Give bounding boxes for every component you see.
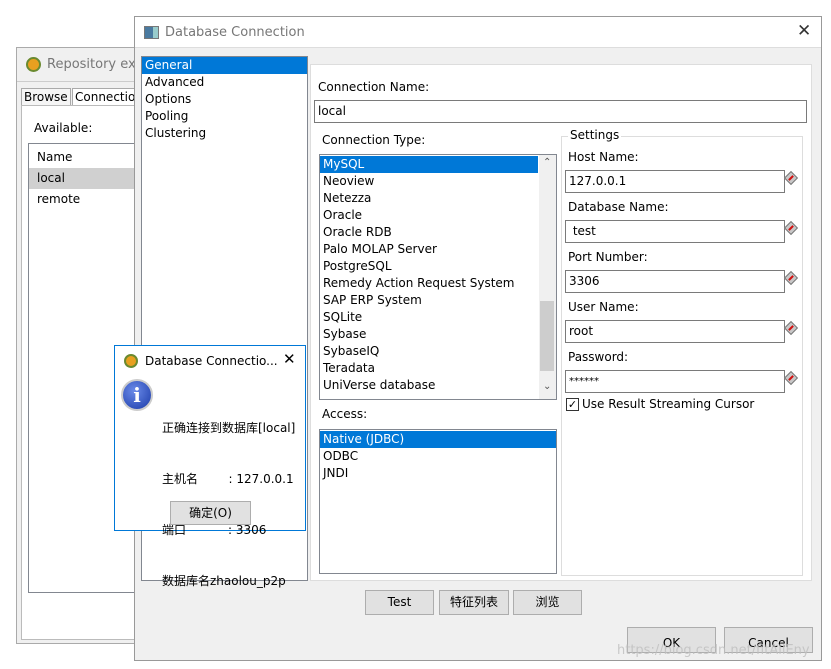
streaming-cursor-checkbox[interactable]: ✓ <box>566 398 579 411</box>
access-list[interactable]: Native (JDBC) ODBC JNDI <box>319 429 557 574</box>
connection-name-input[interactable]: local <box>314 100 807 123</box>
access-item[interactable]: JNDI <box>320 465 556 482</box>
database-name-label: Database Name: <box>568 200 669 214</box>
nav-item[interactable]: Clustering <box>142 125 307 142</box>
nav-item[interactable]: General <box>142 57 307 74</box>
streaming-cursor-label[interactable]: Use Result Streaming Cursor <box>582 397 754 411</box>
connection-type-list[interactable]: MySQL Neoview Netezza Oracle Oracle RDB Palo … <box>319 154 557 400</box>
message-line: 数据库名zhaolou_p2p <box>162 574 286 588</box>
access-label: Access: <box>322 407 368 421</box>
list-item-remote[interactable]: remote <box>29 189 147 210</box>
connection-type-item[interactable]: SAP ERP System <box>320 292 538 309</box>
connection-type-label: Connection Type: <box>322 133 426 147</box>
nav-item[interactable]: Advanced <box>142 74 307 91</box>
scrollbar[interactable]: ⌃ ⌄ <box>539 155 556 399</box>
scroll-thumb[interactable] <box>540 301 554 371</box>
connection-type-item[interactable]: Palo MOLAP Server <box>320 241 538 258</box>
settings-legend: Settings <box>568 128 622 142</box>
tab-browse[interactable]: Browse <box>21 88 71 106</box>
database-name-input[interactable]: test <box>565 220 785 243</box>
info-icon: i <box>121 379 153 411</box>
connection-type-item[interactable]: Teradata <box>320 360 538 377</box>
message-close-icon[interactable]: ✕ <box>283 350 296 368</box>
dialog-title: Database Connection <box>165 25 305 40</box>
port-number-input[interactable]: 3306 <box>565 270 785 293</box>
connection-type-item[interactable]: SQLite <box>320 309 538 326</box>
available-label: Available: <box>34 121 93 135</box>
scroll-up-icon[interactable]: ⌃ <box>543 157 551 168</box>
connection-type-item[interactable]: SybaseIQ <box>320 343 538 360</box>
dialog-icon <box>144 26 159 39</box>
message-ok-button[interactable]: 确定(O) <box>170 501 251 525</box>
repository-title: Repository exp <box>47 57 144 72</box>
port-number-label: Port Number: <box>568 250 648 264</box>
message-dialog-icon <box>124 354 138 368</box>
message-line: 正确连接到数据库[local] <box>162 421 296 435</box>
host-name-input[interactable]: 127.0.0.1 <box>565 170 785 193</box>
watermark: https://blog.csdn.net/fitAllEny <box>617 643 810 658</box>
connection-type-item[interactable]: Neoview <box>320 173 538 190</box>
connection-type-item[interactable]: Sybase <box>320 326 538 343</box>
access-item[interactable]: Native (JDBC) <box>320 431 556 448</box>
connection-type-item[interactable]: MySQL <box>320 156 538 173</box>
explore-button[interactable]: 浏览 <box>513 590 582 615</box>
scroll-down-icon[interactable]: ⌄ <box>543 381 551 392</box>
repository-icon <box>26 57 41 72</box>
connection-name-label: Connection Name: <box>318 80 430 94</box>
connection-type-item[interactable]: Remedy Action Request System <box>320 275 538 292</box>
feature-list-button[interactable]: 特征列表 <box>439 590 509 615</box>
access-item[interactable]: ODBC <box>320 448 556 465</box>
connection-type-item[interactable]: Oracle <box>320 207 538 224</box>
password-input[interactable]: ****** <box>565 370 785 393</box>
nav-item[interactable]: Options <box>142 91 307 108</box>
user-name-label: User Name: <box>568 300 639 314</box>
list-item-local[interactable]: local <box>29 168 147 189</box>
column-header-name[interactable]: Name <box>29 144 147 168</box>
close-icon[interactable]: ✕ <box>797 21 811 41</box>
connection-type-item[interactable]: UniVerse database <box>320 377 538 394</box>
test-button[interactable]: Test <box>365 590 434 615</box>
user-name-input[interactable]: root <box>565 320 785 343</box>
message-line: 主机名 : 127.0.0.1 <box>162 472 294 486</box>
connection-type-item[interactable]: Netezza <box>320 190 538 207</box>
nav-item[interactable]: Pooling <box>142 108 307 125</box>
message-title: Database Connectio... <box>145 354 278 368</box>
host-name-label: Host Name: <box>568 150 639 164</box>
connection-type-item[interactable]: PostgreSQL <box>320 258 538 275</box>
password-label: Password: <box>568 350 629 364</box>
message-dialog: Database Connectio... ✕ i 正确连接到数据库[local… <box>114 345 306 588</box>
connection-type-item[interactable]: Oracle RDB <box>320 224 538 241</box>
